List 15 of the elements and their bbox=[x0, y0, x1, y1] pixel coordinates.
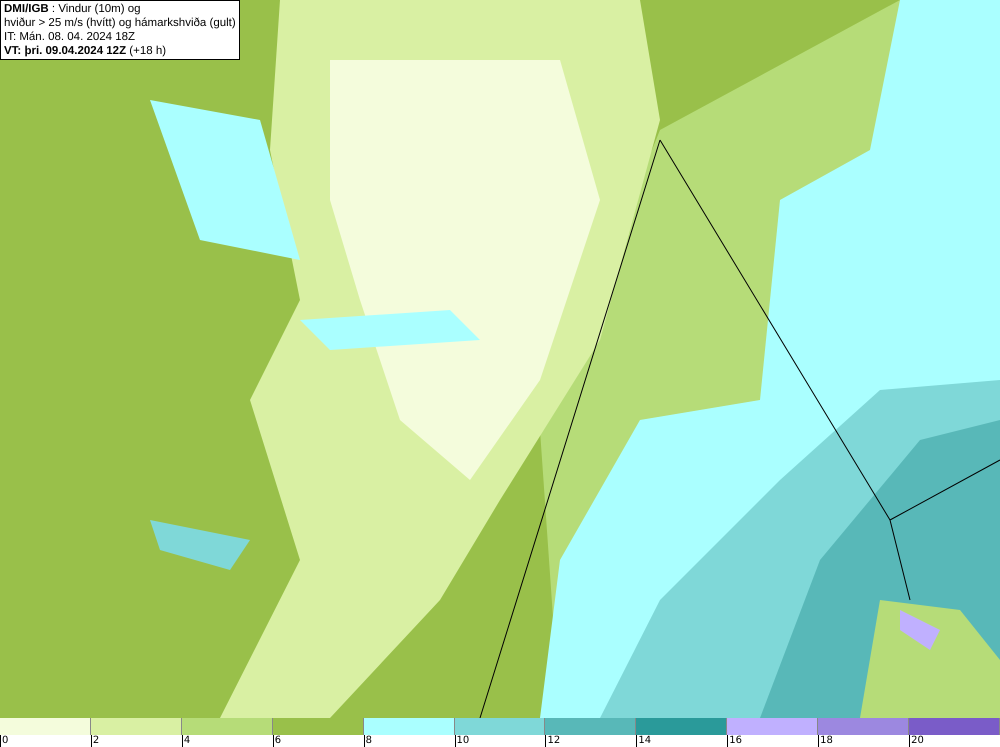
tick-label: 8 bbox=[366, 735, 372, 746]
tick-label: 6 bbox=[274, 735, 282, 746]
tick-label: 2 bbox=[92, 735, 100, 746]
tick-label: 16 bbox=[729, 735, 742, 746]
legend-text: IT: Mán. 08. 04. 2024 18Z bbox=[4, 30, 136, 44]
legend-text: VT: þri. 09.04.2024 12Z (+18 h) bbox=[4, 44, 168, 58]
tick-label: 14 bbox=[638, 735, 652, 746]
legend-text: hviður > 25 m/s (hvítt) og hámarkshviða (gult) bbox=[4, 16, 236, 30]
legend-text: DMI/IGB : Vindur (10m) og bbox=[4, 2, 142, 16]
tick-label: 12 bbox=[547, 735, 560, 746]
tick-label: 10 bbox=[456, 735, 470, 746]
tick-label: 4 bbox=[184, 735, 190, 746]
tick-label: 18 bbox=[820, 735, 833, 746]
tick-label: 20 bbox=[911, 735, 924, 746]
tick-label: 0 bbox=[2, 735, 8, 746]
